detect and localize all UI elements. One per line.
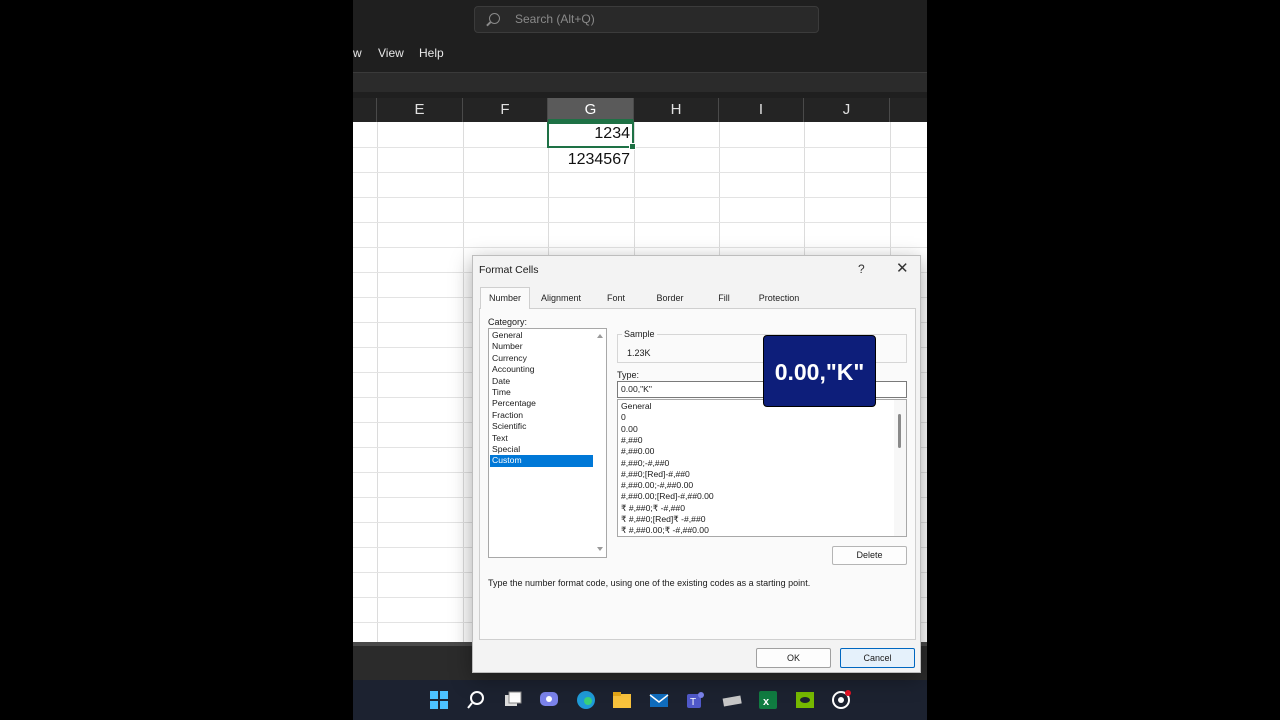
- column-header-j[interactable]: J: [804, 98, 890, 122]
- tab-alignment[interactable]: Alignment: [535, 290, 587, 307]
- search-icon: [489, 13, 500, 24]
- screen: Search (Alt+Q) w View Help E F G H I J 1…: [353, 0, 927, 720]
- category-item[interactable]: Currency: [490, 353, 593, 364]
- windows-taskbar: T x: [353, 680, 927, 720]
- type-label: Type:: [617, 370, 640, 380]
- column-header-e[interactable]: E: [377, 98, 463, 122]
- file-explorer-icon[interactable]: [611, 689, 633, 711]
- tab-font[interactable]: Font: [593, 290, 639, 307]
- format-callout: 0.00,"K": [763, 335, 876, 407]
- cell-g2[interactable]: 1234567: [549, 151, 630, 169]
- scrollbar-thumb[interactable]: [898, 414, 901, 448]
- type-item[interactable]: General: [621, 401, 652, 412]
- type-item[interactable]: #,##0.00;-#,##0.00: [621, 480, 693, 491]
- column-header-g[interactable]: G: [548, 98, 634, 122]
- app-icon[interactable]: [721, 689, 743, 711]
- column-header-f[interactable]: F: [463, 98, 548, 122]
- search-placeholder: Search (Alt+Q): [515, 12, 595, 26]
- menu-item-view[interactable]: View: [378, 46, 404, 60]
- tab-border[interactable]: Border: [645, 290, 695, 307]
- format-hint: Type the number format code, using one o…: [488, 578, 811, 588]
- excel-icon[interactable]: x: [757, 689, 779, 711]
- search-box[interactable]: Search (Alt+Q): [474, 6, 819, 33]
- category-item[interactable]: General: [490, 330, 593, 341]
- category-item[interactable]: Accounting: [490, 364, 593, 375]
- category-list[interactable]: General Number Currency Accounting Date …: [488, 328, 607, 558]
- windows-start-icon[interactable]: [428, 689, 450, 711]
- type-item[interactable]: #,##0.00;[Red]-#,##0.00: [621, 491, 714, 502]
- chat-icon[interactable]: [538, 689, 560, 711]
- type-list[interactable]: General 0 0.00 #,##0 #,##0.00 #,##0;-#,#…: [617, 399, 907, 537]
- type-item[interactable]: ₹ #,##0;₹ -#,##0: [621, 503, 685, 514]
- type-list-scrollbar[interactable]: [894, 400, 906, 536]
- column-headers: E F G H I J: [353, 98, 927, 122]
- cell-g1[interactable]: 1234: [549, 125, 630, 143]
- type-item[interactable]: 0.00: [621, 424, 638, 435]
- category-item-selected[interactable]: Custom: [490, 455, 593, 467]
- mail-icon[interactable]: [648, 689, 670, 711]
- tab-fill[interactable]: Fill: [701, 290, 747, 307]
- category-item[interactable]: Date: [490, 376, 593, 387]
- type-item[interactable]: #,##0: [621, 435, 643, 446]
- dialog-title: Format Cells: [479, 264, 539, 276]
- category-item[interactable]: Time: [490, 387, 593, 398]
- sample-label: Sample: [622, 329, 657, 339]
- menu-bar: w View Help: [353, 38, 927, 72]
- tab-protection[interactable]: Protection: [753, 290, 805, 307]
- edge-icon[interactable]: [575, 689, 597, 711]
- category-item[interactable]: Special: [490, 444, 593, 455]
- column-header-i[interactable]: I: [719, 98, 804, 122]
- category-item[interactable]: Number: [490, 341, 593, 352]
- column-header-h[interactable]: H: [634, 98, 719, 122]
- type-item[interactable]: 0: [621, 412, 626, 423]
- category-item[interactable]: Percentage: [490, 398, 593, 409]
- menu-item-help[interactable]: Help: [419, 46, 444, 60]
- type-item[interactable]: #,##0;-#,##0: [621, 458, 669, 469]
- scroll-down-icon[interactable]: [597, 547, 603, 551]
- svg-text:T: T: [690, 697, 696, 708]
- close-icon[interactable]: ✕: [896, 259, 909, 277]
- column-header-partial[interactable]: [353, 98, 377, 122]
- help-icon[interactable]: ?: [858, 262, 865, 276]
- cancel-button[interactable]: Cancel: [840, 648, 915, 668]
- category-item[interactable]: Text: [490, 433, 593, 444]
- svg-text:x: x: [763, 696, 770, 708]
- type-item[interactable]: ₹ #,##0.00;₹ -#,##0.00: [621, 525, 709, 536]
- sample-value: 1.23K: [627, 348, 651, 358]
- search-icon[interactable]: [465, 689, 487, 711]
- nvidia-icon[interactable]: [794, 689, 816, 711]
- scroll-up-icon[interactable]: [597, 334, 603, 338]
- type-item[interactable]: #,##0.00: [621, 446, 654, 457]
- menu-item-view-partial[interactable]: w: [353, 46, 362, 60]
- type-item[interactable]: ₹ #,##0;[Red]₹ -#,##0: [621, 514, 706, 525]
- type-item[interactable]: #,##0;[Red]-#,##0: [621, 469, 690, 480]
- task-view-icon[interactable]: [502, 689, 524, 711]
- category-item[interactable]: Fraction: [490, 410, 593, 421]
- format-cells-dialog: Format Cells ? ✕ Number Alignment Font B…: [472, 255, 921, 673]
- teams-icon[interactable]: T: [684, 689, 706, 711]
- tab-number[interactable]: Number: [480, 287, 530, 309]
- ok-button[interactable]: OK: [756, 648, 831, 668]
- formula-bar-strip: [353, 72, 927, 92]
- title-bar: Search (Alt+Q): [353, 0, 927, 38]
- chrome-icon[interactable]: [830, 689, 852, 711]
- delete-button[interactable]: Delete: [832, 546, 907, 565]
- category-label: Category:: [488, 317, 528, 327]
- category-item[interactable]: Scientific: [490, 421, 593, 432]
